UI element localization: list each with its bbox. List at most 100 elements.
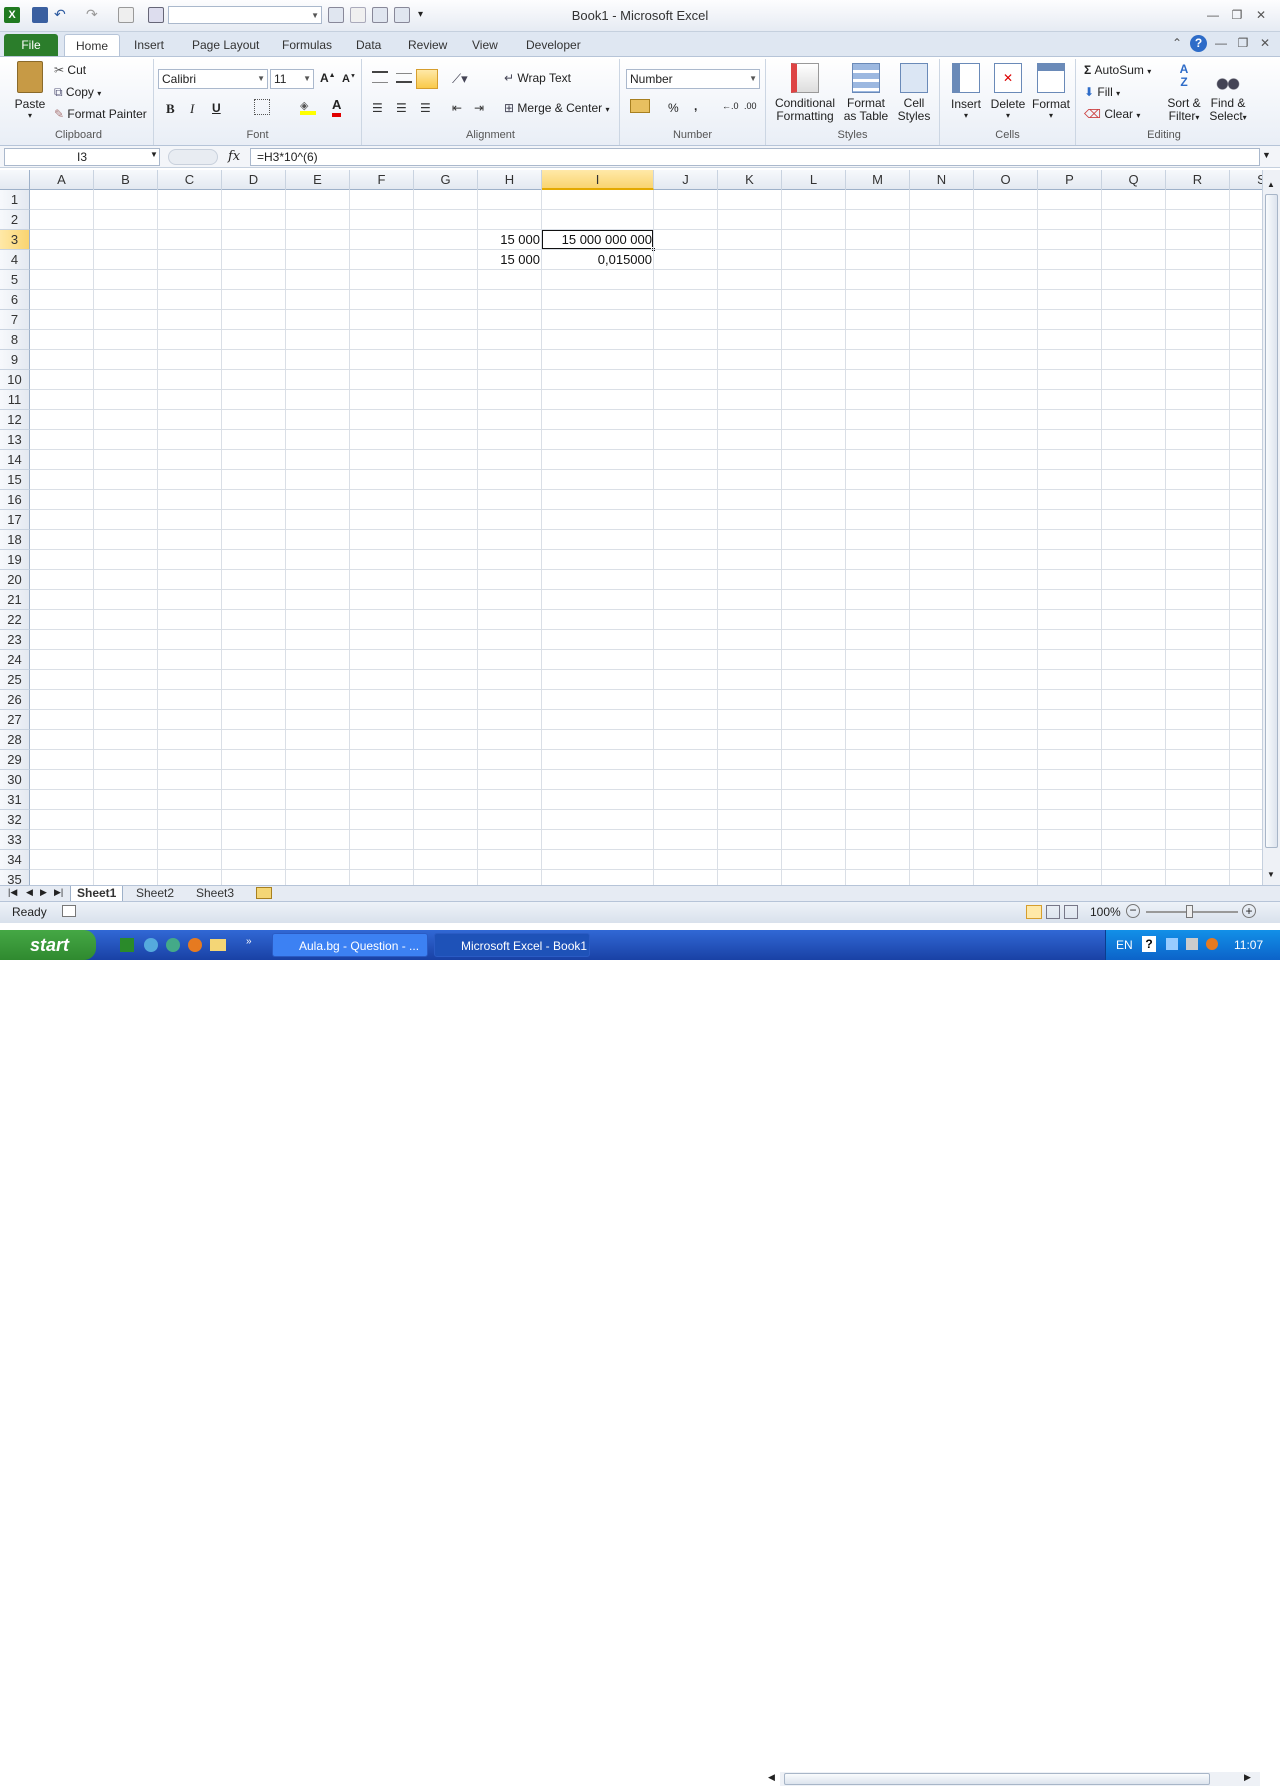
column-header-p[interactable]: P <box>1038 170 1102 190</box>
taskbar-item-excel[interactable]: Microsoft Excel - Book1 <box>434 933 590 957</box>
row-header-5[interactable]: 5 <box>0 270 30 290</box>
row-header-23[interactable]: 23 <box>0 630 30 650</box>
column-header-o[interactable]: O <box>974 170 1038 190</box>
row-header-6[interactable]: 6 <box>0 290 30 310</box>
tray-icon-2[interactable] <box>1186 938 1198 950</box>
doc-restore-icon[interactable]: ❐ <box>1234 36 1252 52</box>
row-header-9[interactable]: 9 <box>0 350 30 370</box>
row-header-20[interactable]: 20 <box>0 570 30 590</box>
row-header-30[interactable]: 30 <box>0 770 30 790</box>
minimize-icon[interactable]: — <box>1204 8 1222 24</box>
increase-indent-icon[interactable]: ⇥ <box>474 101 484 115</box>
column-header-n[interactable]: N <box>910 170 974 190</box>
firefox-icon[interactable] <box>188 938 202 952</box>
row-header-26[interactable]: 26 <box>0 690 30 710</box>
column-header-h[interactable]: H <box>478 170 542 190</box>
row-header-27[interactable]: 27 <box>0 710 30 730</box>
tab-developer[interactable]: Developer <box>516 34 591 56</box>
scroll-right-icon[interactable]: ▶ <box>1244 1772 1251 1783</box>
row-header-16[interactable]: 16 <box>0 490 30 510</box>
expand-formula-icon[interactable]: ▼ <box>1262 150 1271 160</box>
next-sheet-icon[interactable]: ▶ <box>40 887 47 898</box>
sheet-tab-sheet2[interactable]: Sheet2 <box>130 886 180 902</box>
page-break-view-icon[interactable] <box>1064 905 1078 919</box>
tray-icon-1[interactable] <box>1166 938 1178 950</box>
h-scroll-thumb[interactable] <box>784 1773 1210 1785</box>
row-header-22[interactable]: 22 <box>0 610 30 630</box>
sheet-tab-sheet1[interactable]: Sheet1 <box>70 886 124 902</box>
quicklaunch-icon-2[interactable] <box>144 938 158 952</box>
column-header-m[interactable]: M <box>846 170 910 190</box>
decrease-indent-icon[interactable]: ⇤ <box>452 101 462 115</box>
sort-filter-button[interactable]: AZ Sort & Filter▾ <box>1164 63 1204 124</box>
row-header-31[interactable]: 31 <box>0 790 30 810</box>
spreadsheet-grid[interactable]: ABCDEFGHIJKLMNOPQRS 1 2 3 4 5 6 7 8 9 10 11 12 13 14 1… <box>0 170 1262 885</box>
scroll-down-icon[interactable]: ▼ <box>1267 870 1275 879</box>
column-header-j[interactable]: J <box>654 170 718 190</box>
currency-icon[interactable] <box>630 99 650 113</box>
row-header-1[interactable]: 1 <box>0 190 30 210</box>
clear-button[interactable]: ⌫ Clear ▾ <box>1084 107 1140 121</box>
taskbar-item-aula[interactable]: Aula.bg - Question - ... <box>272 933 428 957</box>
language-indicator[interactable]: EN <box>1116 938 1133 952</box>
doc-minimize-icon[interactable]: — <box>1212 36 1230 52</box>
orientation-icon[interactable]: ⟋▾ <box>452 71 468 87</box>
name-box-dropdown-icon[interactable]: ▼ <box>150 150 158 159</box>
quicklaunch-icon-1[interactable] <box>120 938 134 952</box>
vertical-scrollbar[interactable]: ▲ ▼ <box>1262 170 1280 885</box>
format-cells-button[interactable]: Format ▾ <box>1030 63 1072 120</box>
sheet-tab-sheet3[interactable]: Sheet3 <box>190 886 240 902</box>
cell-h4[interactable]: 15 000 <box>478 250 542 270</box>
format-painter-button[interactable]: ✎ Format Painter <box>54 107 147 121</box>
tab-review[interactable]: Review <box>398 34 457 56</box>
select-all-corner[interactable] <box>0 170 30 190</box>
row-header-4[interactable]: 4 <box>0 250 30 270</box>
tab-insert[interactable]: Insert <box>124 34 174 56</box>
column-header-c[interactable]: C <box>158 170 222 190</box>
page-layout-view-icon[interactable] <box>1046 905 1060 919</box>
align-top-icon[interactable] <box>372 71 388 83</box>
cell-h3[interactable]: 15 000 <box>478 230 542 250</box>
autosum-button[interactable]: Σ AutoSum ▾ <box>1084 63 1151 77</box>
tab-formulas[interactable]: Formulas <box>272 34 342 56</box>
zoom-slider-thumb[interactable] <box>1186 905 1193 918</box>
copy-button[interactable]: ⧉ Copy ▾ <box>54 85 101 100</box>
row-header-8[interactable]: 8 <box>0 330 30 350</box>
column-header-l[interactable]: L <box>782 170 846 190</box>
help-tray-icon[interactable]: ? <box>1142 936 1156 952</box>
format-as-table-button[interactable]: Format as Table <box>840 63 892 123</box>
fill-button[interactable]: ⬇ Fill ▾ <box>1084 85 1120 99</box>
column-header-f[interactable]: F <box>350 170 414 190</box>
delete-cells-button[interactable]: ✕ Delete ▾ <box>988 63 1028 120</box>
bold-button[interactable]: B <box>166 101 175 117</box>
align-center-icon[interactable]: ☰ <box>396 101 407 115</box>
tray-icon-3[interactable] <box>1206 938 1218 950</box>
row-header-11[interactable]: 11 <box>0 390 30 410</box>
doc-close-icon[interactable]: ✕ <box>1256 36 1274 52</box>
row-header-35[interactable]: 35 <box>0 870 30 885</box>
formula-cancel-icon[interactable] <box>168 149 218 165</box>
scroll-left-icon[interactable]: ◀ <box>768 1772 775 1783</box>
font-size-combo[interactable]: 11 ▼ <box>270 69 314 89</box>
row-header-32[interactable]: 32 <box>0 810 30 830</box>
row-header-13[interactable]: 13 <box>0 430 30 450</box>
scroll-thumb[interactable] <box>1265 194 1278 848</box>
conditional-formatting-button[interactable]: Conditional Formatting <box>772 63 838 123</box>
tab-view[interactable]: View <box>462 34 508 56</box>
merge-center-button[interactable]: ⊞ Merge & Center ▾ <box>504 101 609 115</box>
align-middle-icon[interactable] <box>396 73 412 83</box>
row-header-33[interactable]: 33 <box>0 830 30 850</box>
zoom-out-icon[interactable]: − <box>1126 904 1140 918</box>
prev-sheet-icon[interactable]: ◀ <box>26 887 33 898</box>
paste-button[interactable]: Paste ▾ <box>10 61 50 120</box>
wrap-text-button[interactable]: ↵ Wrap Text <box>504 71 571 85</box>
insert-sheet-icon[interactable] <box>256 887 272 899</box>
tab-page-layout[interactable]: Page Layout <box>182 34 269 56</box>
row-header-14[interactable]: 14 <box>0 450 30 470</box>
grow-font-icon[interactable]: A▲ <box>320 71 336 85</box>
row-header-12[interactable]: 12 <box>0 410 30 430</box>
tab-file[interactable]: File <box>4 34 58 56</box>
borders-icon[interactable] <box>254 99 270 115</box>
row-header-19[interactable]: 19 <box>0 550 30 570</box>
column-header-k[interactable]: K <box>718 170 782 190</box>
